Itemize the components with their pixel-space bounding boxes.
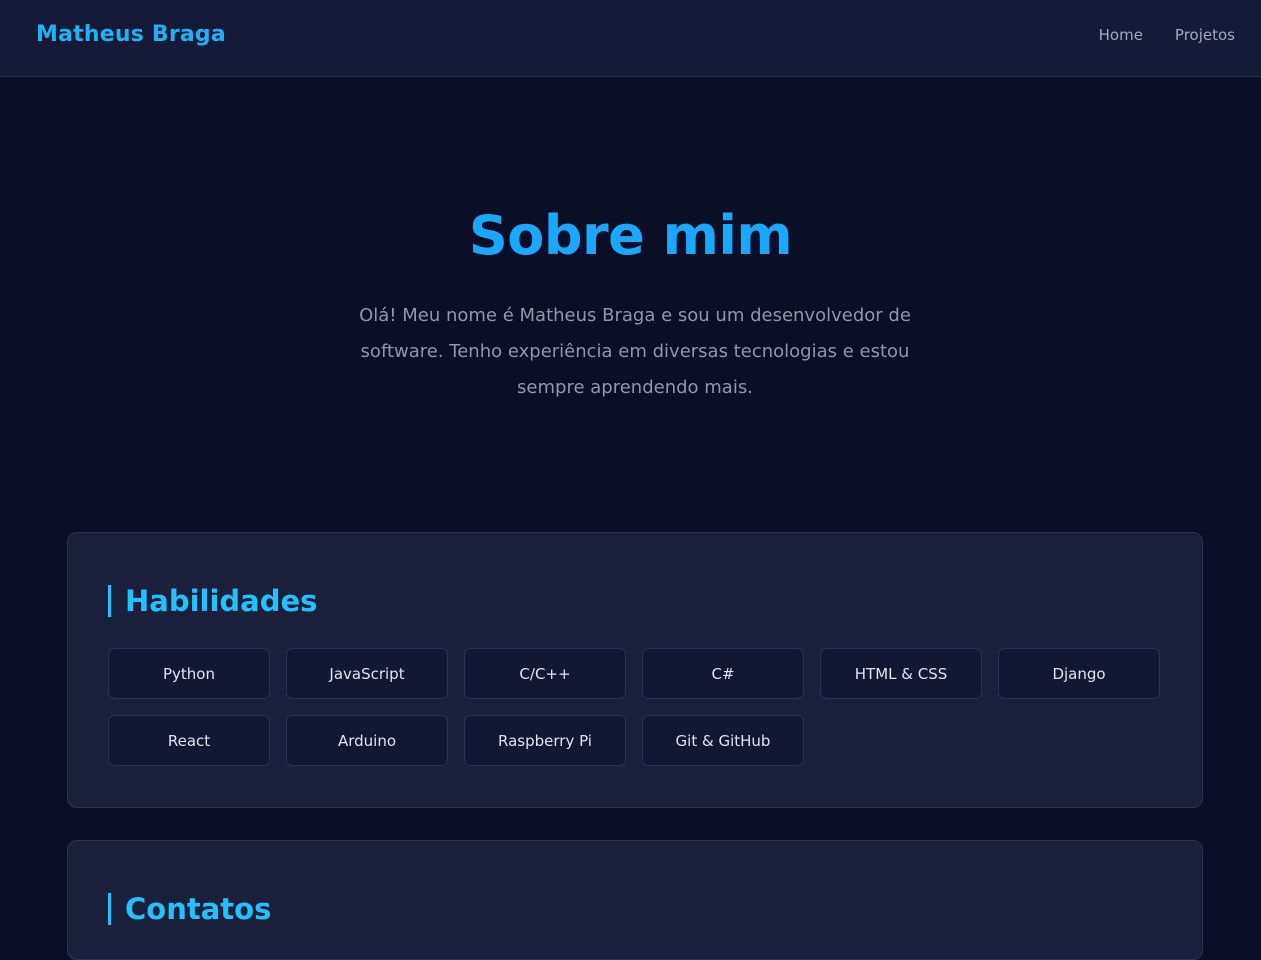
skill-javascript: JavaScript [286, 648, 448, 699]
skills-card: Habilidades Python JavaScript C/C++ C# H… [67, 532, 1203, 808]
skill-c-cpp: C/C++ [464, 648, 626, 699]
skills-heading: Habilidades [108, 585, 317, 617]
navbar: Matheus Braga Home Projetos [0, 0, 1261, 77]
skill-git-github: Git & GitHub [642, 715, 804, 766]
skills-grid: Python JavaScript C/C++ C# HTML & CSS Dj… [108, 648, 1163, 766]
skill-html-css: HTML & CSS [820, 648, 982, 699]
skill-django: Django [998, 648, 1160, 699]
skill-raspberry-pi: Raspberry Pi [464, 715, 626, 766]
skill-arduino: Arduino [286, 715, 448, 766]
nav-link-projetos[interactable]: Projetos [1175, 26, 1235, 44]
about-description: Olá! Meu nome é Matheus Braga e sou um d… [359, 305, 911, 398]
skill-csharp: C# [642, 648, 804, 699]
nav-links: Home Projetos [1099, 26, 1235, 44]
nav-link-home[interactable]: Home [1099, 26, 1143, 44]
contacts-card: Contatos [67, 840, 1203, 960]
skill-python: Python [108, 648, 270, 699]
brand-logo[interactable]: Matheus Braga [36, 22, 226, 47]
page-title: Sobre mim [468, 204, 793, 267]
contacts-heading: Contatos [108, 893, 271, 925]
skill-react: React [108, 715, 270, 766]
